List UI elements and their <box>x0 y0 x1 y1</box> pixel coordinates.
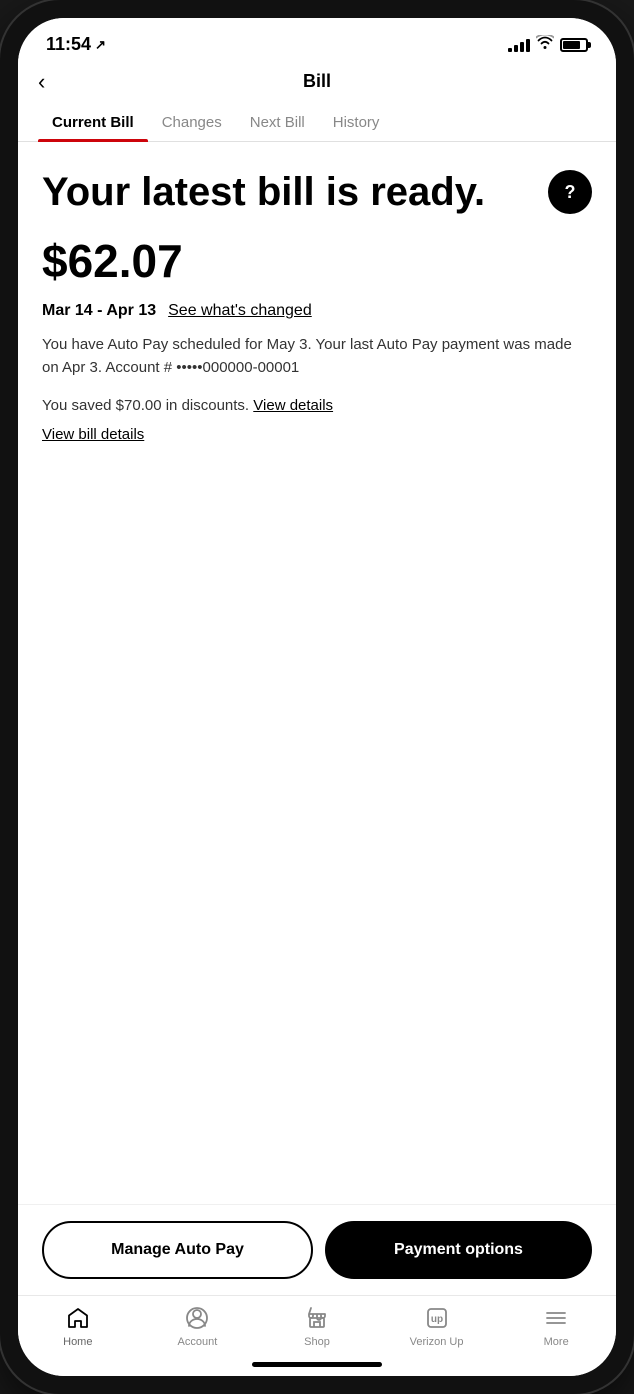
bill-header: Your latest bill is ready. ? <box>42 170 592 214</box>
home-indicator <box>18 1352 616 1376</box>
home-icon <box>64 1304 92 1332</box>
payment-options-button[interactable]: Payment options <box>325 1221 592 1279</box>
nav-label-verizon-up: Verizon Up <box>410 1336 464 1348</box>
status-time: 11:54 ↗ <box>46 34 106 55</box>
more-icon <box>542 1304 570 1332</box>
account-icon <box>183 1304 211 1332</box>
page-title: Bill <box>303 71 331 92</box>
period-dates: Mar 14 - Apr 13 <box>42 302 156 320</box>
nav-item-shop[interactable]: Shop <box>257 1304 377 1348</box>
tab-changes[interactable]: Changes <box>148 104 236 141</box>
nav-label-more: More <box>544 1336 569 1348</box>
view-details-link[interactable]: View details <box>253 397 333 414</box>
nav-item-more[interactable]: More <box>496 1304 616 1348</box>
autopay-info: You have Auto Pay scheduled for May 3. Y… <box>42 334 592 379</box>
verizon-up-icon: up <box>423 1304 451 1332</box>
status-bar: 11:54 ↗ <box>18 18 616 63</box>
tab-history[interactable]: History <box>319 104 394 141</box>
phone-frame: 11:54 ↗ <box>0 0 634 1394</box>
bottom-buttons: Manage Auto Pay Payment options <box>18 1204 616 1295</box>
nav-label-shop: Shop <box>304 1336 330 1348</box>
nav-label-account: Account <box>178 1336 218 1348</box>
help-icon: ? <box>565 182 576 203</box>
signal-icon <box>508 38 530 52</box>
view-bill-details-link[interactable]: View bill details <box>42 426 592 443</box>
home-indicator-bar <box>252 1362 382 1367</box>
tab-current-bill[interactable]: Current Bill <box>38 104 148 141</box>
main-content: Your latest bill is ready. ? $62.07 Mar … <box>18 142 616 1204</box>
back-button[interactable]: ‹ <box>38 69 45 95</box>
nav-item-verizon-up[interactable]: up Verizon Up <box>377 1304 497 1348</box>
see-changed-link[interactable]: See what's changed <box>168 302 312 320</box>
nav-item-home[interactable]: Home <box>18 1304 138 1348</box>
location-icon: ↗ <box>95 37 106 53</box>
wifi-icon <box>536 35 554 54</box>
nav-item-account[interactable]: Account <box>138 1304 258 1348</box>
battery-icon <box>560 38 588 52</box>
bottom-nav: Home Account <box>18 1295 616 1352</box>
tab-bar: Current Bill Changes Next Bill History <box>18 104 616 142</box>
manage-autopay-button[interactable]: Manage Auto Pay <box>42 1221 313 1279</box>
bill-period: Mar 14 - Apr 13 See what's changed <box>42 302 592 320</box>
bill-amount: $62.07 <box>42 234 592 288</box>
svg-text:up: up <box>430 1314 442 1325</box>
help-button[interactable]: ? <box>548 170 592 214</box>
header: ‹ Bill <box>18 63 616 104</box>
status-icons <box>508 35 588 54</box>
bill-ready-headline: Your latest bill is ready. <box>42 170 592 214</box>
nav-label-home: Home <box>63 1336 92 1348</box>
tab-next-bill[interactable]: Next Bill <box>236 104 319 141</box>
shop-icon <box>303 1304 331 1332</box>
time-display: 11:54 <box>46 34 91 55</box>
phone-screen: 11:54 ↗ <box>18 18 616 1376</box>
discount-text: You saved $70.00 in discounts. View deta… <box>42 397 592 414</box>
